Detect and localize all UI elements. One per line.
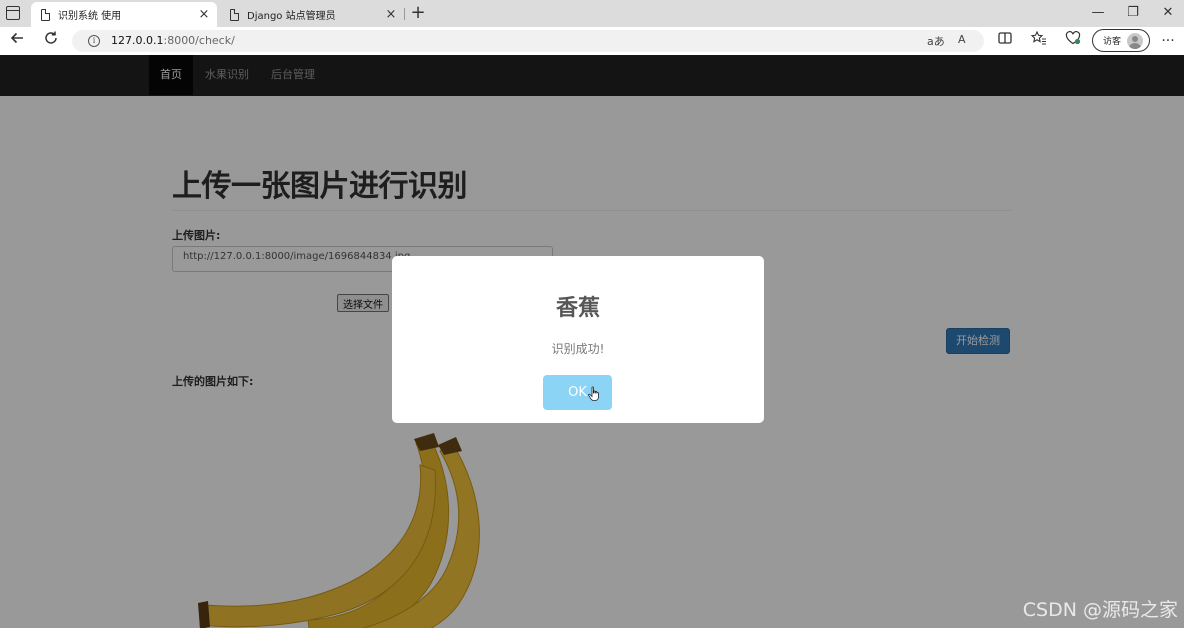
more-options-icon[interactable]: ··· [1157,30,1179,52]
close-tab-icon[interactable]: × [382,7,400,22]
translate-icon[interactable]: aあ [927,33,945,49]
ok-button[interactable]: OK [543,375,612,410]
page-icon [230,8,239,21]
hand-cursor-icon [588,386,599,401]
tab-actions-icon[interactable] [6,6,20,20]
refresh-icon [45,31,57,44]
avatar-icon [1127,32,1144,49]
minimize-button[interactable]: — [1083,2,1113,24]
back-arrow-icon [10,32,23,44]
read-aloud-icon[interactable]: A [958,33,966,46]
site-info-icon[interactable]: i [88,35,100,47]
window-close-button[interactable]: ✕ [1153,2,1183,24]
dialog-message: 识别成功! [551,342,605,356]
new-tab-button[interactable]: + [408,2,428,24]
tab-title: Django 站点管理员 [247,11,336,22]
tab-title: 识别系统 使用 [58,11,122,22]
tab-django-admin[interactable]: Django 站点管理员 × [220,2,404,27]
page-icon [41,8,50,21]
browser-essentials-icon[interactable] [1062,30,1084,52]
watermark: CSDN @源码之家 [1022,599,1178,621]
refresh-button[interactable] [39,30,63,52]
url-text[interactable]: 127.0.0.1:8000/check/ [111,34,235,47]
dialog-title: 香蕉 [555,296,600,321]
back-button[interactable] [5,30,29,52]
profile-button[interactable]: 访客 [1092,29,1150,52]
close-tab-icon[interactable]: × [195,7,213,22]
split-screen-icon[interactable] [994,30,1016,52]
browser-tab-strip: 识别系统 使用 × Django 站点管理员 × + — ❐ ✕ [0,0,1184,27]
tab-separator [404,8,405,20]
page-viewport: 首页 水果识别 后台管理 上传一张图片进行识别 上传图片: http://127… [0,55,1184,628]
restore-button[interactable]: ❐ [1118,2,1148,24]
favorites-icon[interactable] [1028,30,1050,52]
tab-recognition-system[interactable]: 识别系统 使用 × [31,2,217,27]
address-bar: i 127.0.0.1:8000/check/ aあ A 访客 ··· [0,27,1184,55]
profile-label: 访客 [1103,37,1122,47]
result-dialog: 香蕉 识别成功! OK [392,256,764,423]
url-bar[interactable]: i 127.0.0.1:8000/check/ aあ A [72,30,984,52]
